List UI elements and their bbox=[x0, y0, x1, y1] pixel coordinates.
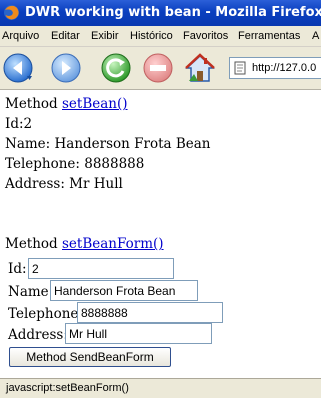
reload-icon[interactable] bbox=[100, 52, 132, 84]
telephone-output: Telephone: 8888888 bbox=[5, 156, 145, 172]
menu-bar: Arquivo Editar Exibir Histórico Favorito… bbox=[0, 26, 321, 47]
home-icon[interactable] bbox=[184, 52, 216, 84]
telephone-label: Telephone: bbox=[8, 306, 83, 322]
page-icon bbox=[234, 61, 246, 75]
method-setbeanform-line: Method setBeanForm() bbox=[5, 236, 164, 252]
setbean-link[interactable]: setBean() bbox=[62, 96, 128, 112]
menu-favoritos[interactable]: Favoritos bbox=[183, 26, 228, 46]
window-title: DWR working with bean - Mozilla Firefox bbox=[25, 5, 321, 20]
id-field[interactable] bbox=[28, 258, 174, 279]
name-output: Name: Handerson Frota Bean bbox=[5, 136, 211, 152]
page-content: Method setBean() Id:2 Name: Handerson Fr… bbox=[0, 90, 321, 378]
name-row: Name: bbox=[8, 284, 53, 300]
address-field[interactable] bbox=[65, 323, 212, 344]
method-prefix: Method bbox=[5, 96, 58, 112]
menu-arquivo[interactable]: Arquivo bbox=[2, 26, 39, 46]
name-field[interactable] bbox=[50, 280, 198, 301]
setbeanform-link[interactable]: setBeanForm() bbox=[62, 236, 164, 252]
menu-ferramentas[interactable]: Ferramentas bbox=[238, 26, 300, 46]
id-label: Id: bbox=[8, 261, 27, 277]
address-label: Address: bbox=[8, 327, 68, 343]
menu-exibir[interactable]: Exibir bbox=[91, 26, 119, 46]
menu-ajuda[interactable]: A bbox=[312, 26, 319, 46]
title-bar: DWR working with bean - Mozilla Firefox bbox=[0, 0, 321, 26]
id-row: Id: bbox=[8, 261, 27, 277]
telephone-row: Telephone: bbox=[8, 306, 83, 322]
status-bar: javascript:setBeanForm() bbox=[0, 378, 321, 398]
menu-historico[interactable]: Histórico bbox=[130, 26, 173, 46]
status-text: javascript:setBeanForm() bbox=[6, 382, 129, 394]
send-bean-form-button[interactable]: Method SendBeanForm bbox=[9, 347, 171, 367]
address-row: Address: bbox=[8, 327, 68, 343]
id-output: Id:2 bbox=[5, 116, 33, 132]
url-input[interactable]: http://127.0.0 bbox=[229, 57, 321, 79]
menu-editar[interactable]: Editar bbox=[51, 26, 80, 46]
method-setbean-line: Method setBean() bbox=[5, 96, 128, 112]
back-arrow-icon[interactable] bbox=[2, 52, 34, 84]
method-prefix: Method bbox=[5, 236, 58, 252]
firefox-icon bbox=[4, 5, 19, 20]
stop-icon[interactable] bbox=[142, 52, 174, 84]
url-text: http://127.0.0 bbox=[252, 62, 317, 74]
forward-arrow-icon[interactable] bbox=[50, 52, 82, 84]
name-label: Name: bbox=[8, 284, 54, 300]
telephone-field[interactable] bbox=[77, 302, 223, 323]
address-output: Address: Mr Hull bbox=[5, 176, 123, 192]
